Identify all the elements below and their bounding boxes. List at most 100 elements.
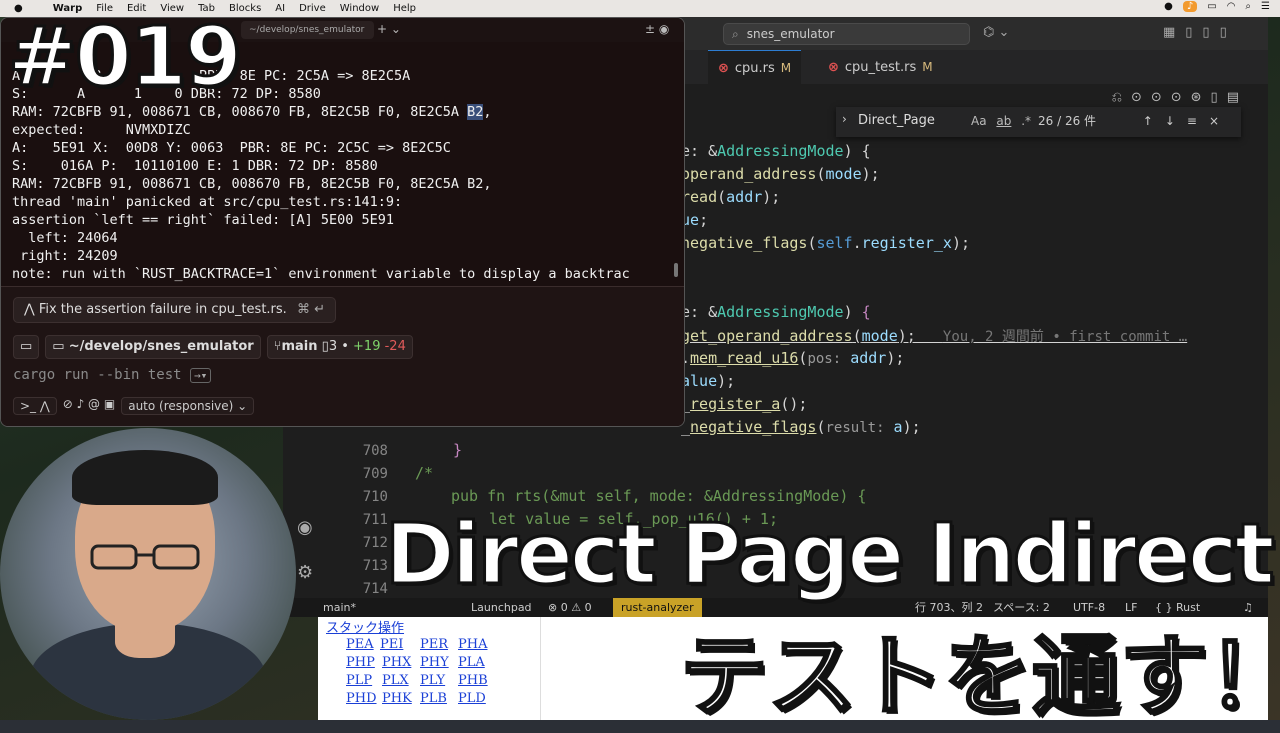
menu-help[interactable]: Help <box>393 3 416 14</box>
toolbar-icons[interactable]: ⊘ ♪ @ ▣ <box>63 397 116 415</box>
arrow-up-icon[interactable]: ↑ <box>1143 114 1165 128</box>
rust-file-icon: ⊗ <box>828 60 839 75</box>
ai-suggestion-text: Fix the assertion failure in cpu_test.rs… <box>38 302 287 317</box>
modified-badge: M <box>922 60 933 74</box>
whole-word-toggle[interactable]: ab <box>996 114 1011 128</box>
arrow-down-icon[interactable]: ↓ <box>1165 114 1187 128</box>
link-per[interactable]: PER <box>420 637 448 652</box>
rust-file-icon: ⊗ <box>718 61 729 76</box>
code-line: read(addr); <box>681 188 781 206</box>
deletions: -24 <box>384 339 406 354</box>
microphone-icon[interactable]: ♪ <box>1182 1 1198 12</box>
output-line: RAM: 72CBFB 91, 008671 CB, 008670 FB, 8E… <box>12 176 492 192</box>
doc-sidebar: スタック操作 PEA PEI PER PHA PHP PHX PHY PLA P… <box>318 617 541 720</box>
link-plb[interactable]: PLB <box>420 691 447 706</box>
control-center-icon[interactable]: ☰ <box>1261 1 1270 12</box>
line-number: 712 <box>362 535 388 551</box>
search-icon[interactable]: ⌕ <box>1245 1 1251 12</box>
selected-text[interactable]: B2 <box>467 104 484 120</box>
ai-suggestion-shortcut: ⌘ ↵ <box>296 302 325 317</box>
command-input[interactable]: cargo run --bin test →▾ <box>13 367 212 383</box>
line-number: 714 <box>362 581 388 597</box>
link-ply[interactable]: PLY <box>420 673 445 688</box>
git-chip[interactable]: ⑂main ▯3 • +19 -24 <box>266 335 413 359</box>
search-label: snes_emulator <box>746 27 835 41</box>
link-php[interactable]: PHP <box>346 655 375 670</box>
terminal-tab[interactable]: ~/develop/snes_emulator <box>241 21 374 39</box>
new-tab-icon[interactable]: + ⌄ <box>377 22 401 36</box>
branch-text: main <box>281 339 318 354</box>
terminal-mode-toggle[interactable]: >_ ⋀ <box>13 397 57 415</box>
editor-action-icons[interactable]: ⎌⊙⊙⊙⊛▯▤ <box>1112 90 1248 105</box>
find-widget: › Direct_Page Aa ab .* 26 / 26 件 ↑↓≡× <box>836 107 1241 137</box>
tab-cpu-rs[interactable]: ⊗ cpu.rs M <box>708 50 802 85</box>
model-select-value: auto (responsive) <box>128 399 234 413</box>
output-line: expected: NVMXDIZC <box>12 122 191 138</box>
regex-toggle[interactable]: .* <box>1021 114 1031 128</box>
link-pei[interactable]: PEI <box>380 637 403 652</box>
account-icon[interactable]: ◉ <box>297 517 313 538</box>
video-title-line2: テストを通す！ <box>678 624 1280 730</box>
code-line: _negative_flags(result: a); <box>681 418 921 436</box>
link-phy[interactable]: PHY <box>420 655 449 670</box>
link-phk[interactable]: PHK <box>382 691 412 706</box>
find-match-count: 26 / 26 件 <box>1038 114 1097 128</box>
tab-label: cpu_test.rs <box>844 60 917 75</box>
code-line: } <box>453 441 463 459</box>
record-icon[interactable]: ● <box>1164 1 1173 12</box>
find-in-selection-icon[interactable]: ≡ <box>1187 114 1209 128</box>
link-plx[interactable]: PLX <box>382 673 409 688</box>
battery-icon[interactable]: ▭ <box>1207 1 1216 12</box>
ai-suggestion-chip[interactable]: ⋀ Fix the assertion failure in cpu_test.… <box>13 297 336 323</box>
terminal-input-area: ⋀ Fix the assertion failure in cpu_test.… <box>1 286 684 426</box>
tab-cpu-test-rs[interactable]: ⊗ cpu_test.rs M <box>818 50 943 84</box>
gear-icon[interactable]: ⚙ <box>297 562 313 583</box>
link-phb[interactable]: PHB <box>458 673 488 688</box>
code-line: alue); <box>681 372 736 390</box>
menu-drive[interactable]: Drive <box>299 3 326 14</box>
input-mode-bar: >_ ⋀ ⊘ ♪ @ ▣ auto (responsive) ⌄ <box>13 397 255 415</box>
ai-icon[interactable]: ± ◉ <box>645 22 669 36</box>
model-select[interactable]: auto (responsive) ⌄ <box>121 397 255 415</box>
link-pld[interactable]: PLD <box>458 691 486 706</box>
accept-suggestion-key[interactable]: →▾ <box>190 368 212 383</box>
hair-shape <box>72 450 218 505</box>
output-line: note: run with `RUST_BACKTRACE=1` enviro… <box>12 266 630 282</box>
terminal-scrollbar[interactable] <box>674 263 678 277</box>
git-branch-status[interactable]: main* <box>323 598 356 617</box>
additions: +19 <box>353 339 381 354</box>
link-phd[interactable]: PHD <box>346 691 377 706</box>
link-pea[interactable]: PEA <box>346 637 374 652</box>
wifi-icon[interactable]: ◠ <box>1227 1 1236 12</box>
find-navigation: ↑↓≡× <box>1143 111 1231 131</box>
link-phx[interactable]: PHX <box>382 655 411 670</box>
layout-icons[interactable]: ▦▯▯▯ <box>1163 25 1237 40</box>
output-text: RAM: 72CBFB 91, 008671 CB, 008670 FB, 8E… <box>12 104 468 120</box>
cwd-chip[interactable]: ▭ ~/develop/snes_emulator <box>45 335 261 359</box>
copilot-icon[interactable]: ⌬ ⌄ <box>983 25 1009 40</box>
episode-number: #019 <box>7 9 244 107</box>
link-stack-ops[interactable]: スタック操作 <box>326 617 404 636</box>
output-line: A: 5E91 X: 00D8 Y: 0063 PBR: 8E PC: 2C5C… <box>12 140 451 156</box>
menu-ai[interactable]: AI <box>275 3 285 14</box>
link-pla[interactable]: PLA <box>458 655 485 670</box>
find-options: Aa ab .* <box>971 111 1031 131</box>
menu-status-icons: ● ♪ ▭ ◠ ⌕ ☰ <box>1164 1 1270 12</box>
menu-window[interactable]: Window <box>340 3 379 14</box>
close-icon[interactable]: × <box>1209 114 1231 128</box>
files-changed: 3 <box>328 339 338 354</box>
output-line: RAM: 72CBFB 91, 008671 CB, 008670 FB, 8E… <box>12 104 492 120</box>
command-center-search[interactable]: ⌕ snes_emulator <box>723 23 970 45</box>
agent-icon: ⋀ <box>24 302 35 317</box>
file-icon: ▯ <box>321 339 329 354</box>
chevron-right-icon[interactable]: › <box>842 112 847 126</box>
code-line: .mem_read_u16(pos: addr); <box>681 349 905 367</box>
link-plp[interactable]: PLP <box>346 673 372 688</box>
code-line: e: &AddressingMode) { <box>681 142 871 160</box>
code-line: get_operand_address(mode); You, 2 週間前 • … <box>681 327 1188 345</box>
chat-icon[interactable]: ▭ <box>13 335 40 359</box>
line-number: 710 <box>362 489 388 505</box>
presenter-avatar <box>0 428 296 720</box>
link-pha[interactable]: PHA <box>458 637 487 652</box>
match-case-toggle[interactable]: Aa <box>971 114 987 128</box>
